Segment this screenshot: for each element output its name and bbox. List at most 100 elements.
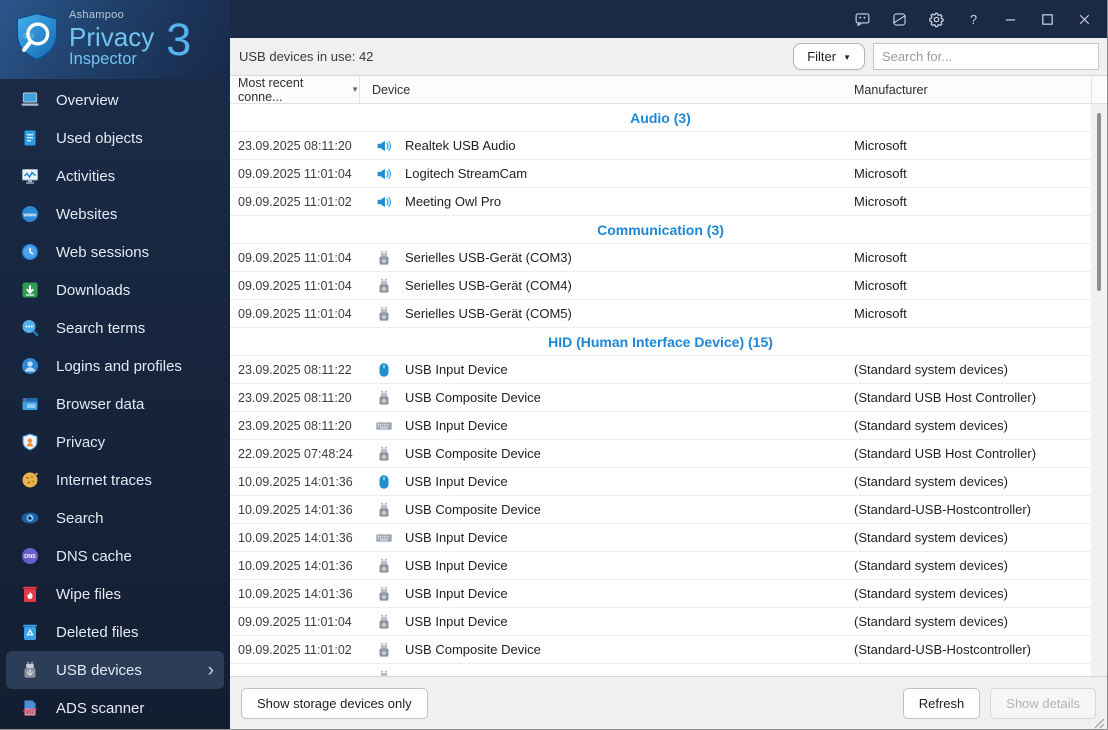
row-manufacturer: Microsoft	[854, 278, 907, 293]
row-date: 09.09.2025 11:01:04	[238, 306, 352, 321]
app-logo: 010 Ashampoo Privacy Inspector 3	[0, 0, 230, 79]
table-row[interactable]: 10.09.2025 14:01:36 USB Input Device (Stan…	[230, 580, 1091, 608]
sidebar-item-wipe-files[interactable]: Wipe files	[6, 575, 224, 613]
table-row[interactable]: 10.09.2025 14:01:36 USB Input Device (Stan…	[230, 524, 1091, 552]
resize-grip[interactable]	[1094, 716, 1105, 729]
usb-plug-icon	[375, 669, 393, 676]
usb-plug-icon	[375, 305, 393, 323]
table-row[interactable]: 23.09.2025 08:11:22 USB Input Device (Stan…	[230, 356, 1091, 384]
sidebar-item-search-terms[interactable]: Search terms	[6, 309, 224, 347]
sidebar-item-logins-and-profiles[interactable]: Logins and profiles	[6, 347, 224, 385]
sidebar-item-usb-devices[interactable]: USB devices ›	[6, 651, 224, 689]
show-details-button[interactable]: Show details	[990, 687, 1096, 719]
sidebar-item-web-sessions[interactable]: Web sessions	[6, 233, 224, 271]
sidebar-item-used-objects[interactable]: Used objects	[6, 119, 224, 157]
table-row[interactable]	[230, 664, 1091, 676]
sidebar-item-deleted-files[interactable]: Deleted files	[6, 613, 224, 651]
sidebar-item-search[interactable]: Search	[6, 499, 224, 537]
table-row[interactable]: 09.09.2025 11:01:02 Meeting Owl Pro Micros…	[230, 188, 1091, 216]
caret-down-icon: ▼	[843, 53, 851, 62]
filter-button-label: Filter	[807, 49, 837, 64]
activity-monitor-icon	[20, 166, 40, 186]
keyboard-icon	[375, 417, 393, 435]
sidebar-item-dns-cache[interactable]: DNS DNS cache	[6, 537, 224, 575]
column-label: Device	[372, 82, 411, 97]
scrollbar-thumb[interactable]	[1097, 113, 1101, 291]
row-date: 09.09.2025 11:01:02	[238, 642, 352, 657]
filter-button[interactable]: Filter ▼	[793, 43, 865, 70]
row-date: 09.09.2025 11:01:04	[238, 278, 352, 293]
product-name-line1: Privacy	[69, 21, 155, 52]
row-manufacturer: Microsoft	[854, 250, 907, 265]
table-row[interactable]: 10.09.2025 14:01:36 USB Composite Device (…	[230, 496, 1091, 524]
app-window: 010 Ashampoo Privacy Inspector 3 Overvie…	[0, 0, 1108, 730]
vertical-scrollbar[interactable]	[1091, 104, 1107, 676]
row-manufacturer: (Standard USB Host Controller)	[854, 390, 1037, 405]
sidebar-item-label: ADS scanner	[56, 699, 145, 717]
table-row[interactable]: 10.09.2025 14:01:36 USB Input Device (Stan…	[230, 468, 1091, 496]
refresh-button[interactable]: Refresh	[902, 687, 981, 719]
row-manufacturer: (Standard system devices)	[854, 558, 1008, 573]
row-device: USB Input Device	[405, 558, 508, 573]
cookie-icon	[20, 470, 40, 490]
privacy-shield-icon	[20, 432, 40, 452]
sidebar-item-activities[interactable]: Activities	[6, 157, 224, 195]
sidebar-item-label: DNS cache	[56, 547, 132, 565]
sidebar-nav: Overview Used objects Activities www Website…	[0, 79, 230, 729]
maximize-icon[interactable]	[1039, 11, 1056, 28]
row-manufacturer: Microsoft	[854, 306, 907, 321]
row-manufacturer: (Standard system devices)	[854, 614, 1008, 629]
row-date: 23.09.2025 08:11:20	[238, 390, 352, 405]
row-manufacturer: (Standard system devices)	[854, 362, 1008, 377]
sidebar-item-internet-traces[interactable]: Internet traces	[6, 461, 224, 499]
search-input[interactable]	[873, 43, 1099, 70]
table-row[interactable]: 09.09.2025 11:01:04 USB Input Device (Stan…	[230, 608, 1091, 636]
sidebar-item-label: Wipe files	[56, 585, 122, 603]
sidebar-item-overview[interactable]: Overview	[6, 81, 224, 119]
column-label: Most recent conne...	[238, 75, 304, 104]
settings-gear-icon[interactable]	[928, 11, 945, 28]
row-manufacturer: (Standard system devices)	[854, 474, 1008, 489]
ads-file-icon: ADS	[20, 698, 40, 718]
row-device: Serielles USB-Gerät (COM3)	[405, 250, 572, 265]
usb-plug-icon	[375, 641, 393, 659]
minimize-icon[interactable]	[1002, 11, 1019, 28]
table-row[interactable]: 09.09.2025 11:01:04 Serielles USB-Gerät (…	[230, 272, 1091, 300]
sidebar-item-label: Internet traces	[56, 471, 152, 489]
dns-icon: DNS	[20, 546, 40, 566]
sidebar-item-privacy[interactable]: Privacy	[6, 423, 224, 461]
header-scrollbar-gutter	[1091, 76, 1107, 103]
mouse-icon	[375, 473, 393, 491]
table-header: Most recent conne... ▼ Device Manufactur…	[230, 76, 1107, 104]
table-row[interactable]: 09.09.2025 11:01:04 Logitech StreamCam Mic…	[230, 160, 1091, 188]
table-row[interactable]: 09.09.2025 11:01:04 Serielles USB-Gerät (…	[230, 300, 1091, 328]
table-row[interactable]: 09.09.2025 11:01:04 Serielles USB-Gerät (…	[230, 244, 1091, 272]
sidebar-item-downloads[interactable]: Downloads	[6, 271, 224, 309]
show-storage-devices-only-button[interactable]: Show storage devices only	[241, 687, 428, 719]
table-row[interactable]: 23.09.2025 08:11:20 Realtek USB Audio Micr…	[230, 132, 1091, 160]
column-header-manufacturer[interactable]: Manufacturer	[854, 76, 1091, 103]
usb-stick-icon	[20, 660, 40, 680]
sidebar-item-ads-scanner[interactable]: ADS ADS scanner	[6, 689, 224, 727]
sidebar-item-label: Websites	[56, 205, 118, 223]
feedback-icon[interactable]	[854, 11, 871, 28]
usb-plug-icon	[375, 585, 393, 603]
theme-icon[interactable]	[891, 11, 908, 28]
table-row[interactable]: 23.09.2025 08:11:20 USB Composite Device (…	[230, 384, 1091, 412]
table-row[interactable]: 10.09.2025 14:01:36 USB Input Device (Stan…	[230, 552, 1091, 580]
brand-name: Ashampoo	[69, 9, 124, 22]
speaker-icon	[375, 165, 393, 183]
sidebar-item-label: Overview	[56, 91, 119, 109]
table-body: Audio (3) 23.09.2025 08:11:20 Realtek USB …	[230, 104, 1107, 676]
sidebar-item-label: Search	[56, 509, 104, 527]
sidebar-item-browser-data[interactable]: Browser data	[6, 385, 224, 423]
row-date: 10.09.2025 14:01:36	[238, 558, 353, 573]
table-row[interactable]: 09.09.2025 11:01:02 USB Composite Device (…	[230, 636, 1091, 664]
help-icon[interactable]: ?	[965, 11, 982, 28]
column-header-device[interactable]: Device	[360, 76, 854, 103]
table-row[interactable]: 23.09.2025 08:11:20 USB Input Device (Stan…	[230, 412, 1091, 440]
table-row[interactable]: 22.09.2025 07:48:24 USB Composite Device (…	[230, 440, 1091, 468]
close-icon[interactable]	[1076, 11, 1093, 28]
column-header-most-recent-connection[interactable]: Most recent conne... ▼	[230, 75, 360, 104]
sidebar-item-websites[interactable]: www Websites	[6, 195, 224, 233]
